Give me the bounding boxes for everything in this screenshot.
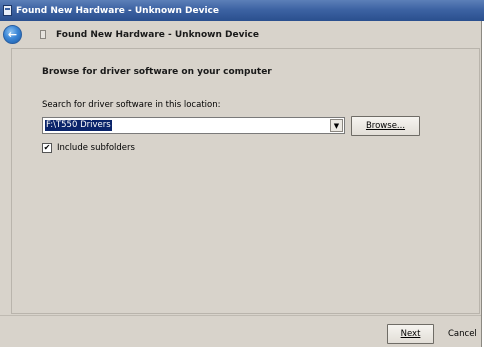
back-arrow-icon: ← (7, 28, 18, 41)
search-location-label: Search for driver software in this locat… (42, 100, 221, 110)
next-button-label: Next (400, 329, 421, 339)
desktop-edge (484, 0, 488, 21)
location-combobox[interactable]: F:\T550 Drivers ▼ (42, 117, 345, 134)
hardware-wizard-icon (3, 5, 12, 16)
dropdown-arrow-icon[interactable]: ▼ (330, 119, 343, 132)
back-button[interactable]: ← (3, 25, 22, 44)
wizard-content: Browse for driver software on your compu… (11, 48, 480, 314)
include-subfolders-label[interactable]: Include subfolders (57, 143, 135, 153)
wizard-navbar: ← Found New Hardware - Unknown Device (0, 21, 481, 48)
next-button[interactable]: Next (387, 324, 434, 344)
check-mark-icon: ✔ (43, 143, 51, 152)
browse-button[interactable]: Browse... (351, 116, 420, 136)
cancel-button[interactable]: Cancel (448, 324, 484, 344)
location-value[interactable]: F:\T550 Drivers (45, 120, 112, 131)
wizard-title: Found New Hardware - Unknown Device (56, 29, 259, 40)
include-subfolders-row[interactable]: ✔ Include subfolders (42, 143, 135, 153)
footer-divider (0, 315, 481, 316)
include-subfolders-checkbox[interactable]: ✔ (42, 143, 52, 153)
title-bar[interactable]: Found New Hardware - Unknown Device (0, 0, 484, 21)
wizard-window: ← Found New Hardware - Unknown Device Br… (0, 21, 482, 347)
device-icon (40, 30, 46, 39)
page-heading: Browse for driver software on your compu… (42, 67, 272, 77)
browse-button-label: Browse... (365, 121, 406, 131)
cancel-button-label: Cancel (448, 329, 477, 339)
window-title: Found New Hardware - Unknown Device (16, 5, 219, 16)
